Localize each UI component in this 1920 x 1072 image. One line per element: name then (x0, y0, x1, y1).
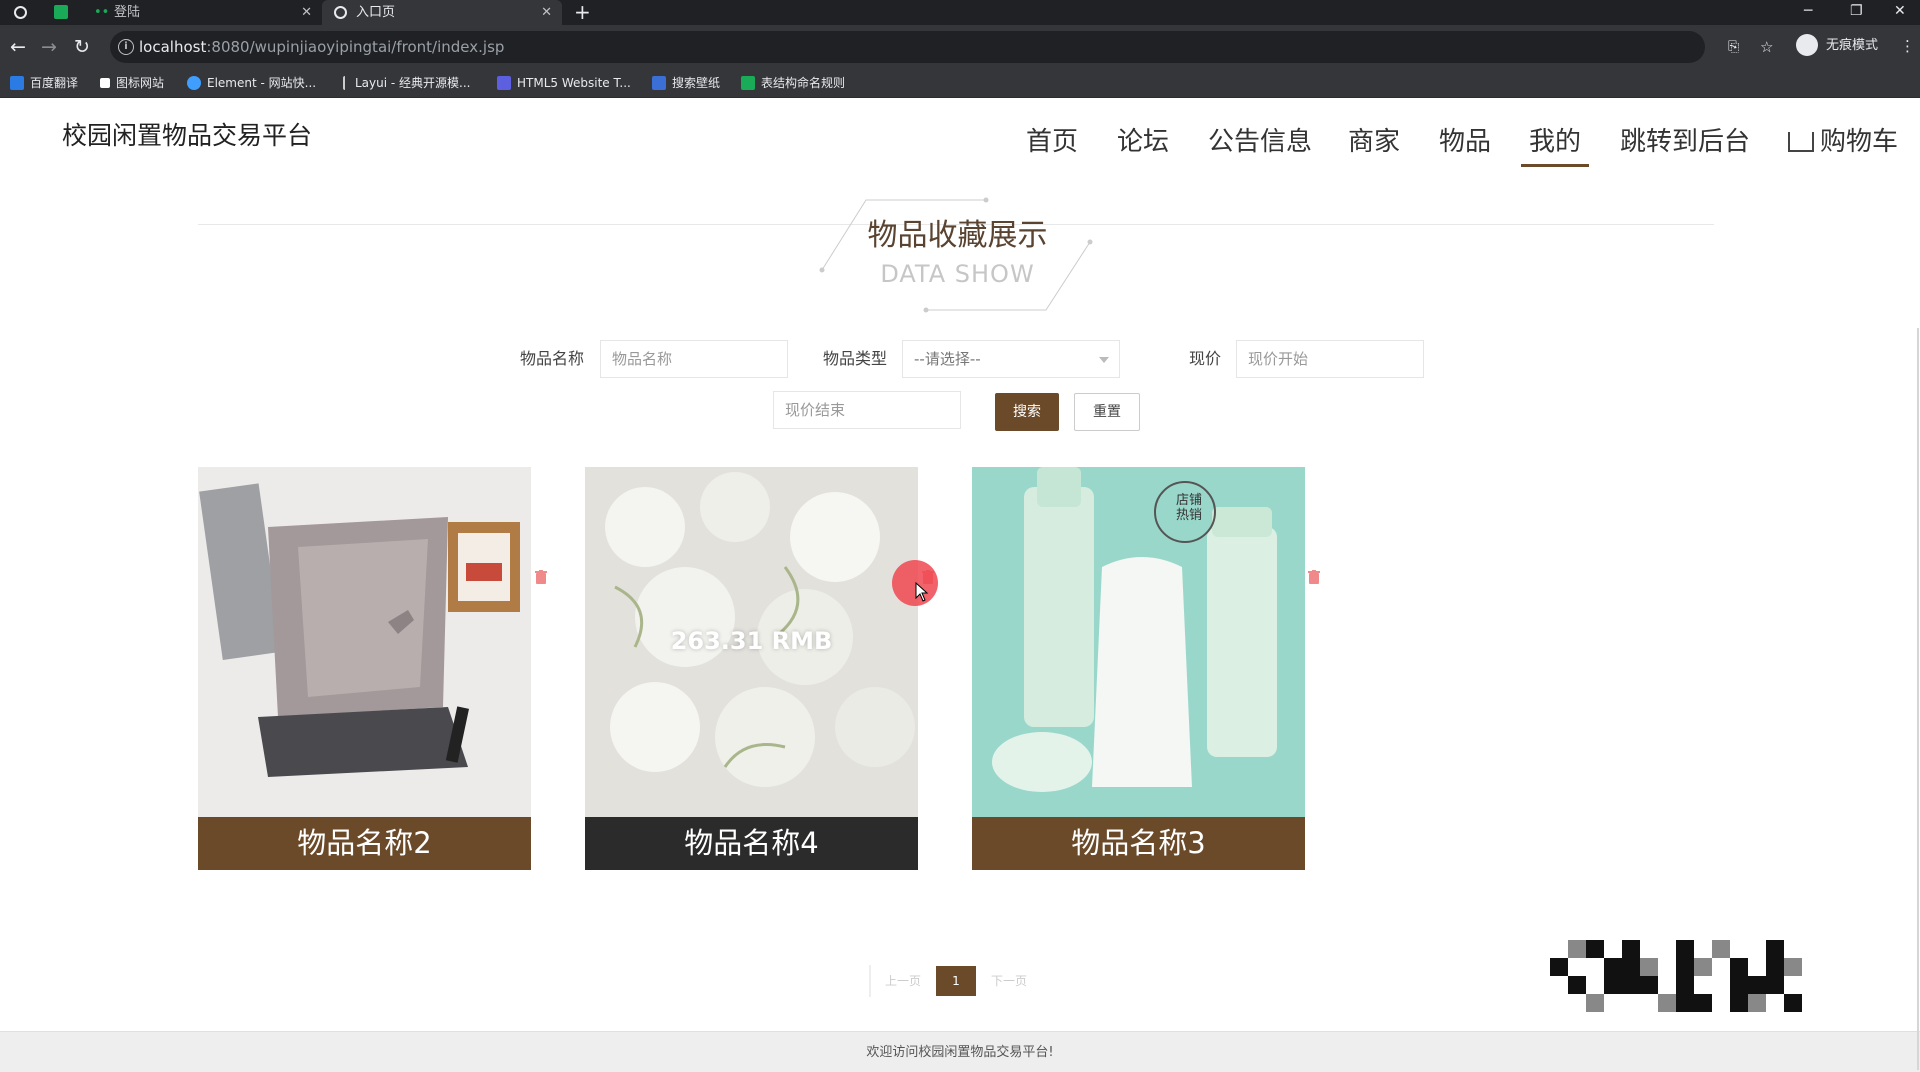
restore-icon[interactable]: ❐ (1850, 0, 1863, 22)
forward-arrow-icon[interactable]: → (41, 35, 57, 59)
star-icon[interactable]: ☆ (1760, 31, 1773, 63)
nav-items[interactable]: 物品 (1439, 124, 1491, 160)
pagination: 上一页 1 下一页 (869, 965, 1027, 997)
price-end-input[interactable]: 现价结束 (773, 391, 961, 429)
page-content: 校园闲置物品交易平台 首页 论坛 公告信息 商家 物品 我的 跳转到后台 购物车… (0, 98, 1920, 1072)
bookmark-item[interactable]: 搜索壁纸 (652, 69, 720, 98)
delete-icon[interactable] (535, 570, 547, 584)
nav-home[interactable]: 首页 (1026, 124, 1078, 160)
globe-icon (334, 6, 347, 19)
bookmarks-bar: 百度翻译 图标网站 Element - 网站快... Layui - 经典开源模… (0, 69, 1920, 98)
item-name[interactable]: 物品名称4 (585, 817, 918, 870)
tab-entry-label: 入口页 (356, 5, 396, 20)
favorite-card[interactable]: 物品名称3 (972, 467, 1305, 870)
item-name[interactable]: 物品名称2 (198, 817, 531, 870)
price-start-input[interactable]: 现价开始 (1236, 340, 1424, 378)
bookmark-item[interactable]: 百度翻译 (10, 69, 78, 98)
back-arrow-icon[interactable]: ← (10, 35, 26, 59)
more-menu-icon[interactable]: ⋮ (1900, 34, 1915, 58)
mouse-cursor-icon (915, 582, 929, 602)
tab-login[interactable]: 登陆 •• ✕ (82, 0, 322, 25)
item-name-input[interactable]: 物品名称 (600, 340, 788, 378)
cart-icon (1788, 132, 1814, 152)
next-page-button[interactable]: 下一页 (976, 966, 1042, 996)
item-type-selected: --请选择-- (914, 350, 981, 368)
section-title-block: 物品收藏展示 DATA SHOW (0, 168, 1920, 338)
bookmark-item[interactable]: HTML5 Website T... (497, 69, 631, 98)
item-name[interactable]: 物品名称3 (972, 817, 1305, 870)
app-favicon-icon[interactable] (54, 5, 68, 19)
bookmark-item[interactable]: Element - 网站快... (187, 69, 316, 98)
scrollbar[interactable] (1917, 328, 1919, 1070)
qr-code-image (1550, 940, 1802, 1012)
reload-icon[interactable]: ↻ (74, 35, 90, 59)
nav-cart[interactable]: 购物车 (1788, 124, 1898, 160)
close-icon[interactable]: ✕ (301, 0, 312, 25)
globe-icon (14, 6, 27, 19)
info-icon[interactable]: i (118, 39, 134, 55)
search-button[interactable]: 搜索 (995, 393, 1059, 431)
price-overlay: 263.31 RMB (670, 627, 833, 655)
bookmark-item[interactable]: 图标网站 (100, 69, 164, 98)
incognito-avatar-icon[interactable] (1796, 34, 1818, 56)
minimize-icon[interactable]: ─ (1804, 0, 1812, 22)
url-text: localhost:8080/wupinjiaoyipingtai/front/… (139, 38, 505, 56)
name-label: 物品名称 (520, 349, 585, 368)
price-label: 现价 (1189, 349, 1222, 368)
reset-button[interactable]: 重置 (1074, 393, 1140, 431)
close-icon[interactable]: ✕ (541, 0, 552, 25)
favorite-card[interactable]: 物品名称2 (198, 467, 531, 870)
section-title: 物品收藏展示 (867, 218, 1048, 253)
browser-tab-strip: 登陆 •• ✕ 入口页 ✕ + ─ ❐ ✕ (0, 0, 1920, 25)
page-number-button[interactable]: 1 (936, 966, 976, 996)
window-close-icon[interactable]: ✕ (1894, 0, 1906, 22)
tab-entry[interactable]: 入口页 ✕ (322, 0, 562, 25)
nav-forum[interactable]: 论坛 (1117, 124, 1169, 160)
tab-favicon-icon: •• (94, 5, 110, 20)
chevron-down-icon (1099, 357, 1109, 363)
site-brand[interactable]: 校园闲置物品交易平台 (62, 116, 312, 152)
delete-icon[interactable] (1308, 570, 1320, 584)
bookmark-item[interactable]: 表结构命名规则 (741, 69, 845, 98)
nav-backend[interactable]: 跳转到后台 (1620, 124, 1750, 160)
nav-notices[interactable]: 公告信息 (1208, 124, 1312, 160)
translate-icon[interactable]: ⎘ (1728, 31, 1739, 63)
address-bar[interactable]: i localhost:8080/wupinjiaoyipingtai/fron… (110, 31, 1773, 63)
type-label: 物品类型 (823, 349, 888, 368)
item-type-select[interactable]: --请选择-- (902, 340, 1120, 378)
hot-sale-badge-text: 店铺热销 (1175, 493, 1202, 523)
incognito-label[interactable]: 无痕模式 (1826, 34, 1878, 58)
address-toolbar: ← → ↻ i localhost:8080/wupinjiaoyipingta… (0, 25, 1920, 69)
bookmark-item[interactable]: Layui - 经典开源模... (343, 69, 470, 98)
tab-login-label: 登陆 (114, 5, 141, 20)
prev-page-button[interactable]: 上一页 (870, 966, 936, 996)
footer: 欢迎访问校园闲置物品交易平台! (0, 1031, 1920, 1072)
laptop-photo (198, 467, 531, 817)
skincare-bottles-photo (972, 467, 1305, 817)
nav-merchants[interactable]: 商家 (1348, 124, 1400, 160)
section-subtitle: DATA SHOW (880, 260, 1035, 288)
favorite-card[interactable]: 263.31 RMB 物品名称4 (585, 467, 918, 870)
nav-cart-label: 购物车 (1820, 127, 1899, 157)
new-tab-plus-icon[interactable]: + (574, 0, 591, 25)
nav-mine[interactable]: 我的 (1520, 124, 1590, 167)
